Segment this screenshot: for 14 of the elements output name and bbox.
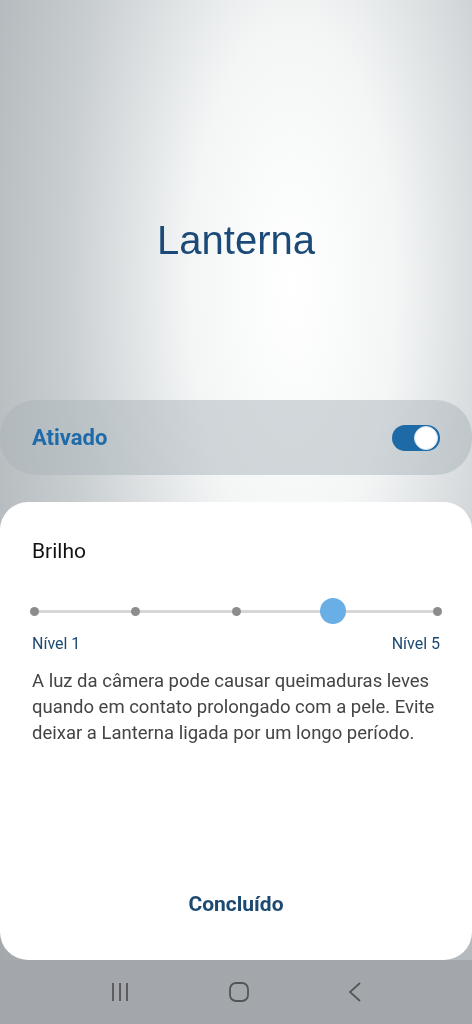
- tick-mark: [433, 606, 442, 616]
- min-label: Nível 1: [32, 632, 81, 655]
- tick-mark: [30, 606, 39, 616]
- page-title: Lanterna: [157, 217, 315, 264]
- tick-mark: [130, 606, 140, 616]
- warning-text: A luz da câmera pode causar queimaduras leves quando em contato prolongado com a pele. Evite deixar a Lanterna ligada por um longo período.: [32, 668, 436, 746]
- max-label: Nível 5: [391, 632, 440, 655]
- slider-thumb[interactable]: [319, 597, 346, 624]
- brightness-slider[interactable]: [30, 597, 442, 624]
- done-button[interactable]: Concluído: [180, 884, 292, 924]
- tick-mark: [231, 606, 241, 616]
- toggle-switch[interactable]: [392, 424, 440, 451]
- sheet-title: Brilho: [32, 538, 87, 565]
- home-icon[interactable]: [228, 981, 250, 1003]
